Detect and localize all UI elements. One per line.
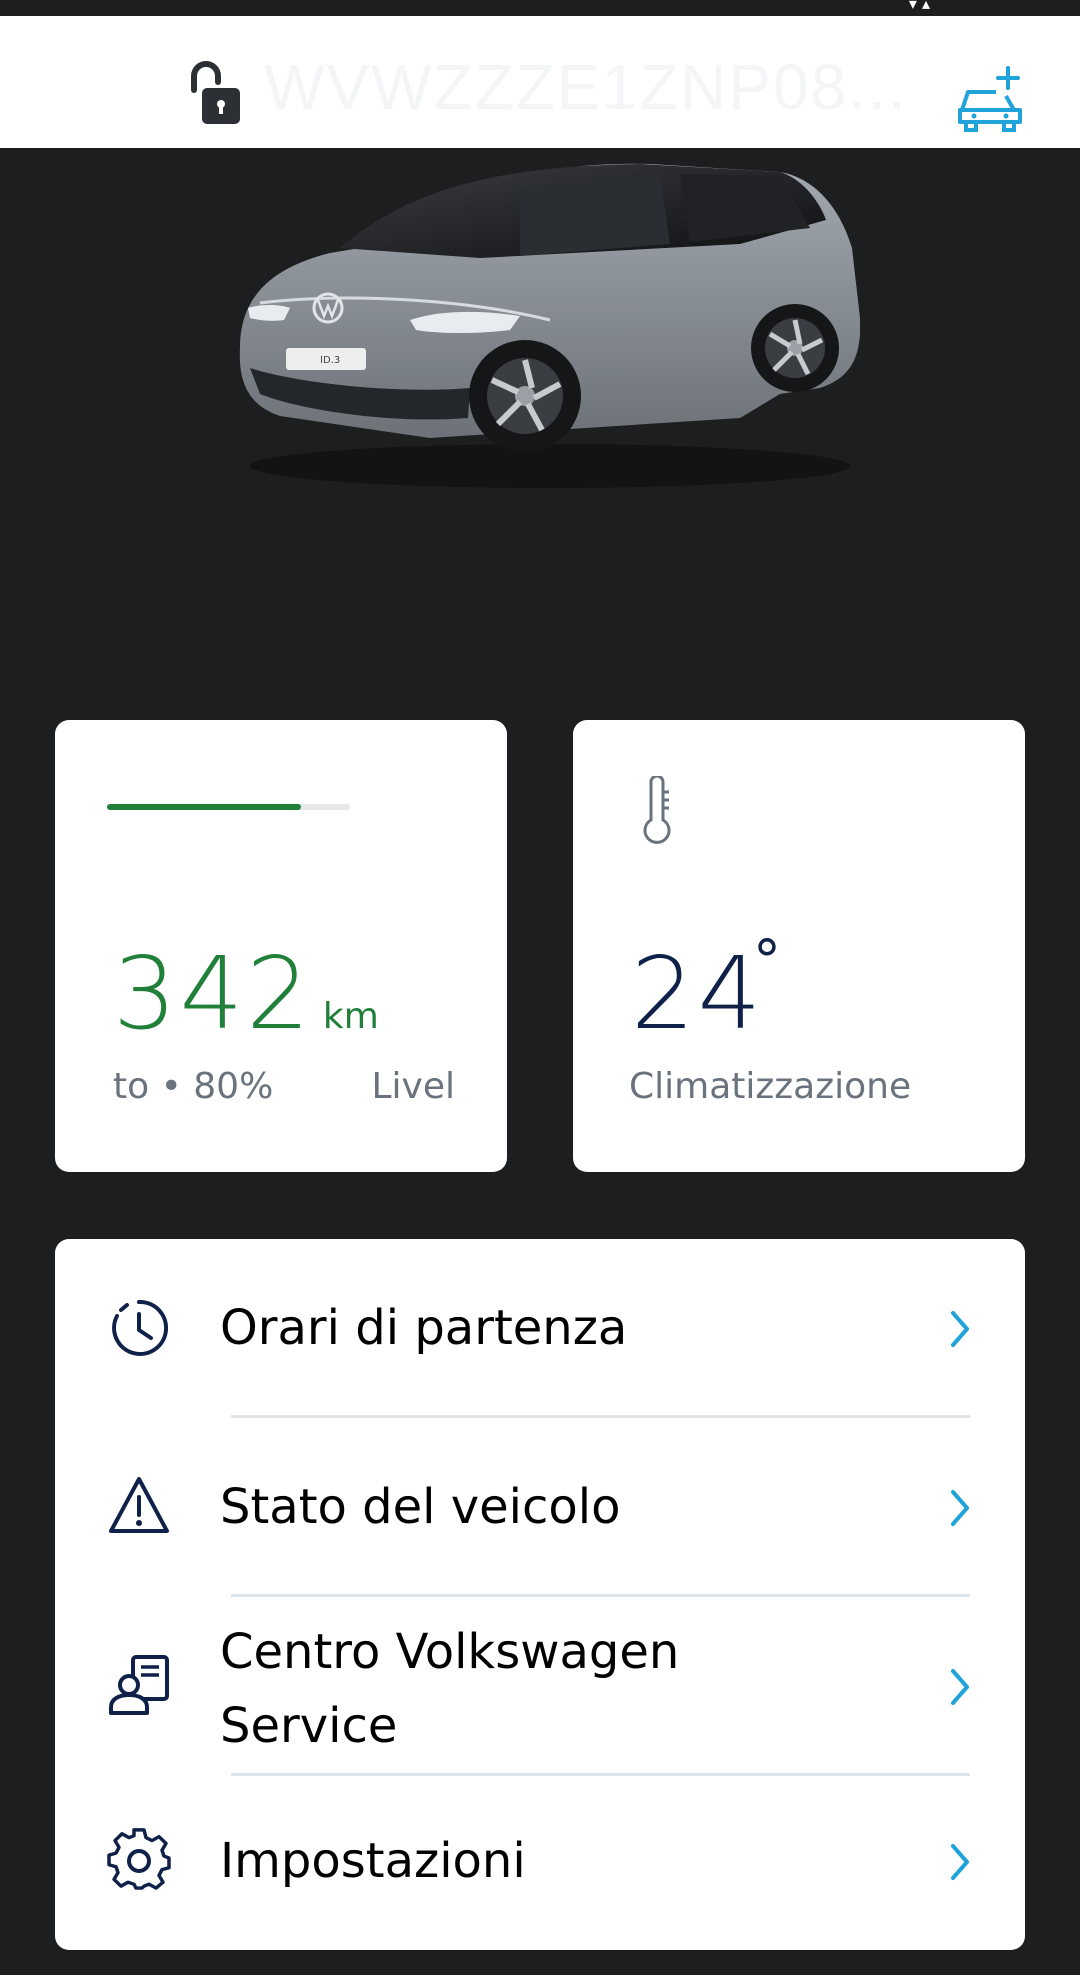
- range-card[interactable]: 342 km to • 80% Livel: [55, 720, 507, 1172]
- climate-card[interactable]: 24 ° Climatizzazione: [573, 720, 1025, 1172]
- chevron-right-icon: [951, 1669, 969, 1705]
- status-bar: ▾ ▴: [0, 0, 1080, 16]
- clock-icon: [112, 1299, 169, 1356]
- menu-item-label: Orari di partenza: [220, 1300, 628, 1356]
- vehicle-vin: WVWZZZE1ZNP08...: [264, 51, 904, 123]
- car-illustration: ID.3: [239, 163, 860, 488]
- menu-item-vehicle-status[interactable]: Stato del veicolo: [55, 1418, 1025, 1597]
- gear-icon: [107, 1828, 171, 1890]
- warning-icon: [109, 1477, 169, 1533]
- menu-item-label: Impostazioni: [220, 1833, 526, 1889]
- range-value: 342: [113, 935, 313, 1052]
- climate-label: Climatizzazione: [629, 1066, 912, 1107]
- menu-item-service-center[interactable]: Centro Volkswagen Service: [55, 1597, 1025, 1776]
- lock-open-icon[interactable]: [186, 60, 242, 126]
- range-unit: km: [322, 996, 379, 1037]
- chevron-right-icon: [951, 1844, 969, 1880]
- charge-target-label: to • 80%: [113, 1066, 274, 1107]
- vehicle-menu: Orari di partenza Stato del veicolo Cent…: [55, 1239, 1025, 1950]
- svg-text:ID.3: ID.3: [320, 355, 340, 366]
- menu-item-settings[interactable]: Impostazioni: [55, 1776, 1025, 1950]
- status-signal-icon: ▾ ▴: [908, 0, 930, 13]
- vehicle-hero: ID.3: [0, 148, 1080, 718]
- top-bar: WVWZZZE1ZNP08...: [0, 16, 1080, 148]
- add-vehicle-icon[interactable]: [956, 64, 1026, 132]
- range-value-row: 342 km: [113, 935, 379, 1052]
- thermometer-icon: [643, 776, 671, 844]
- climate-temperature: 24: [631, 935, 765, 1052]
- menu-item-departure-times[interactable]: Orari di partenza: [55, 1239, 1025, 1418]
- service-icon: [109, 1655, 169, 1715]
- degree-symbol: °: [753, 929, 781, 994]
- menu-item-label: Centro Volkswagen Service: [220, 1624, 680, 1754]
- menu-item-label: Stato del veicolo: [220, 1479, 621, 1535]
- chevron-right-icon: [951, 1311, 969, 1347]
- climate-value-row: 24 °: [631, 929, 781, 1052]
- range-progress-bar: [107, 804, 350, 810]
- range-progress-fill: [107, 804, 302, 810]
- chevron-right-icon: [951, 1490, 969, 1526]
- charge-level-label: Livel: [371, 1066, 455, 1107]
